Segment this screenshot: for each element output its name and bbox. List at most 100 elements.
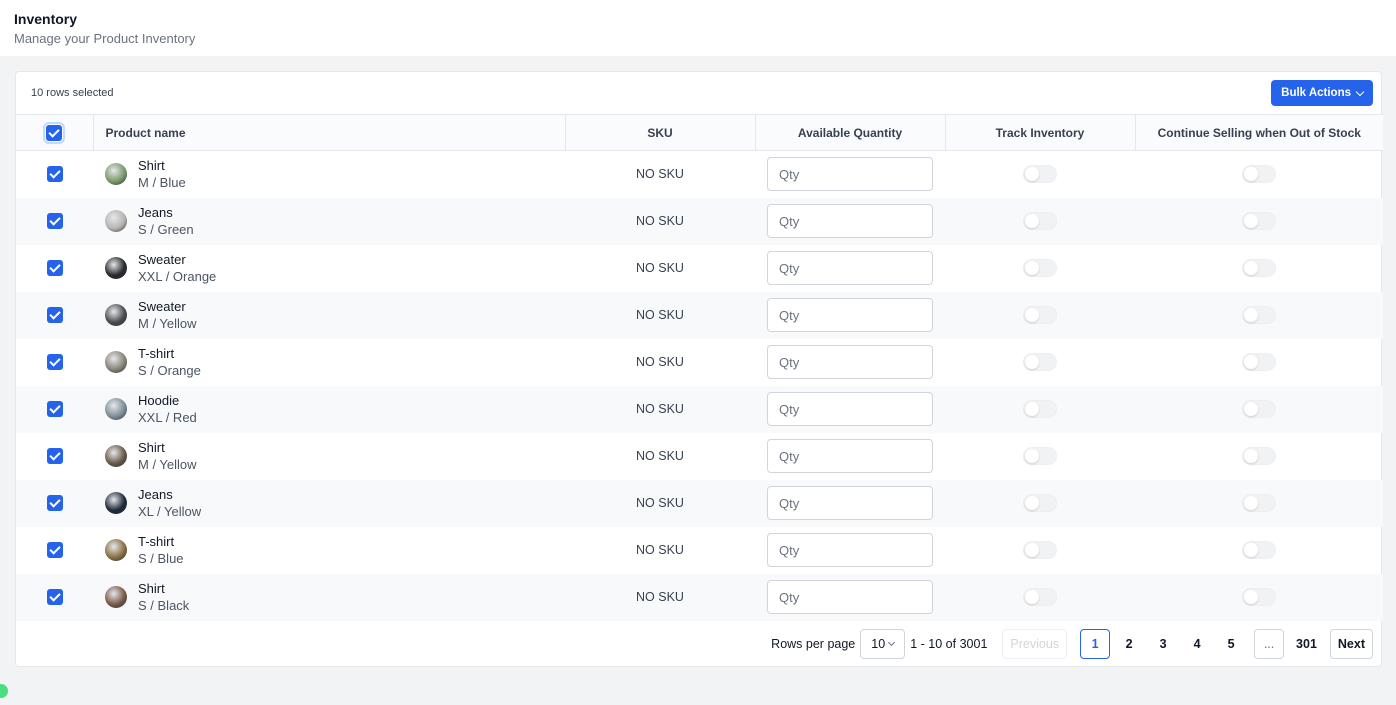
qty-input[interactable]: [767, 580, 933, 614]
qty-input[interactable]: [767, 204, 933, 238]
table-row: Shirt M / Blue NO SKU: [16, 151, 1383, 198]
bulk-actions-label: Bulk Actions: [1281, 87, 1351, 99]
track-inventory-cell: [945, 197, 1135, 245]
bulk-actions-button[interactable]: Bulk Actions: [1271, 80, 1373, 106]
row-checkbox[interactable]: [46, 589, 63, 605]
page-button-2[interactable]: 2: [1114, 629, 1145, 659]
row-select-cell: [16, 573, 93, 621]
table-row: Hoodie XXL / Red NO SKU: [16, 385, 1383, 433]
column-header-track[interactable]: Track Inventory: [944, 114, 1135, 151]
track-inventory-toggle[interactable]: [1023, 306, 1057, 324]
row-checkbox[interactable]: [46, 495, 63, 511]
track-inventory-toggle[interactable]: [1023, 541, 1057, 559]
qty-input[interactable]: [767, 486, 933, 520]
qty-input[interactable]: [767, 345, 933, 379]
continue-selling-toggle[interactable]: [1242, 306, 1276, 324]
page-button-last[interactable]: 301: [1288, 629, 1325, 659]
qty-input[interactable]: [767, 392, 933, 426]
track-inventory-cell: [945, 339, 1135, 386]
selected-count: 10 rows selected: [31, 87, 114, 99]
continue-selling-cell: [1135, 197, 1383, 245]
product-variant: M / Yellow: [138, 316, 197, 331]
qty-cell: [755, 291, 945, 339]
track-inventory-toggle[interactable]: [1023, 588, 1057, 606]
sku-cell: NO SKU: [565, 479, 755, 527]
qty-input[interactable]: [767, 157, 933, 192]
row-checkbox[interactable]: [46, 401, 63, 417]
column-header-product[interactable]: Product name: [92, 114, 565, 151]
page-subtitle: Manage your Product Inventory: [14, 31, 196, 46]
inventory-card: 10 rows selected Bulk Actions Product na…: [15, 71, 1383, 667]
page-button-1[interactable]: 1: [1080, 629, 1111, 659]
continue-selling-cell: [1135, 291, 1383, 339]
product-name: T-shirt: [138, 534, 175, 549]
page-button-4[interactable]: 4: [1182, 629, 1213, 659]
row-select-cell: [16, 527, 93, 574]
previous-page-button[interactable]: Previous: [1002, 629, 1068, 659]
page-button-3[interactable]: 3: [1148, 629, 1179, 659]
continue-selling-toggle[interactable]: [1242, 353, 1276, 371]
row-checkbox[interactable]: [46, 307, 63, 323]
qty-input[interactable]: [767, 298, 933, 332]
row-checkbox[interactable]: [46, 448, 63, 464]
qty-input[interactable]: [767, 251, 933, 285]
product-text: Jeans S / Green: [138, 204, 194, 238]
continue-selling-cell: [1135, 479, 1383, 527]
column-header-qty[interactable]: Available Quantity: [754, 114, 945, 151]
track-inventory-toggle[interactable]: [1023, 447, 1057, 465]
qty-input[interactable]: [767, 439, 933, 473]
rows-per-page-select[interactable]: 10: [860, 629, 906, 659]
product-name: Hoodie: [138, 393, 180, 408]
product-name: Jeans: [138, 487, 173, 502]
row-checkbox[interactable]: [46, 213, 63, 229]
continue-selling-toggle[interactable]: [1242, 212, 1276, 230]
continue-selling-toggle[interactable]: [1242, 447, 1276, 465]
continue-selling-toggle[interactable]: [1242, 541, 1276, 559]
product-thumbnail: [105, 445, 127, 467]
chevron-down-icon: [888, 638, 896, 647]
continue-selling-toggle[interactable]: [1242, 259, 1276, 277]
track-inventory-toggle[interactable]: [1023, 259, 1057, 277]
product-cell: Jeans S / Green: [93, 197, 565, 245]
rows-per-page-label: Rows per page: [771, 637, 856, 651]
row-checkbox[interactable]: [46, 260, 63, 276]
product-thumbnail: [105, 398, 127, 420]
column-header-sku[interactable]: SKU: [564, 114, 755, 151]
qty-input[interactable]: [767, 533, 933, 567]
track-inventory-toggle[interactable]: [1023, 400, 1057, 418]
select-all-checkbox[interactable]: [43, 121, 66, 144]
continue-selling-toggle[interactable]: [1242, 400, 1276, 418]
sku-cell: NO SKU: [636, 355, 684, 369]
row-select-cell: [16, 197, 93, 245]
table-row: Sweater XXL / Orange NO SKU: [16, 245, 1383, 292]
sku-cell: NO SKU: [565, 291, 755, 339]
row-checkbox[interactable]: [46, 354, 63, 370]
row-select-cell: [16, 385, 93, 433]
continue-selling-toggle[interactable]: [1242, 165, 1276, 184]
track-inventory-toggle[interactable]: [1023, 494, 1057, 512]
table-row: Shirt M / Yellow NO SKU: [16, 433, 1383, 480]
table-body: Shirt M / Blue NO SKU Jeans S / Green: [16, 151, 1383, 621]
row-select-cell: [16, 245, 93, 292]
sku-cell: NO SKU: [565, 385, 755, 433]
page-button-5[interactable]: 5: [1216, 629, 1247, 659]
product-text: Shirt M / Blue: [138, 157, 186, 191]
continue-selling-cell: [1135, 339, 1383, 386]
continue-selling-toggle[interactable]: [1242, 494, 1276, 512]
row-checkbox[interactable]: [46, 542, 63, 558]
column-header-continue[interactable]: Continue Selling when Out of Stock: [1134, 114, 1383, 151]
product-info: T-shirt S / Blue: [93, 533, 565, 567]
page-ellipsis-button[interactable]: ...: [1254, 629, 1285, 659]
product-info: Hoodie XXL / Red: [93, 392, 565, 426]
row-checkbox[interactable]: [46, 166, 63, 183]
track-inventory-toggle[interactable]: [1023, 353, 1057, 371]
track-inventory-toggle[interactable]: [1023, 165, 1057, 184]
track-inventory-cell: [945, 573, 1135, 621]
product-thumbnail: [105, 492, 127, 514]
product-thumbnail: [105, 257, 127, 279]
continue-selling-cell: [1135, 245, 1383, 292]
track-inventory-toggle[interactable]: [1023, 212, 1057, 230]
next-page-button[interactable]: Next: [1329, 629, 1373, 659]
continue-selling-toggle[interactable]: [1242, 588, 1276, 606]
product-cell: T-shirt S / Blue: [93, 527, 565, 574]
